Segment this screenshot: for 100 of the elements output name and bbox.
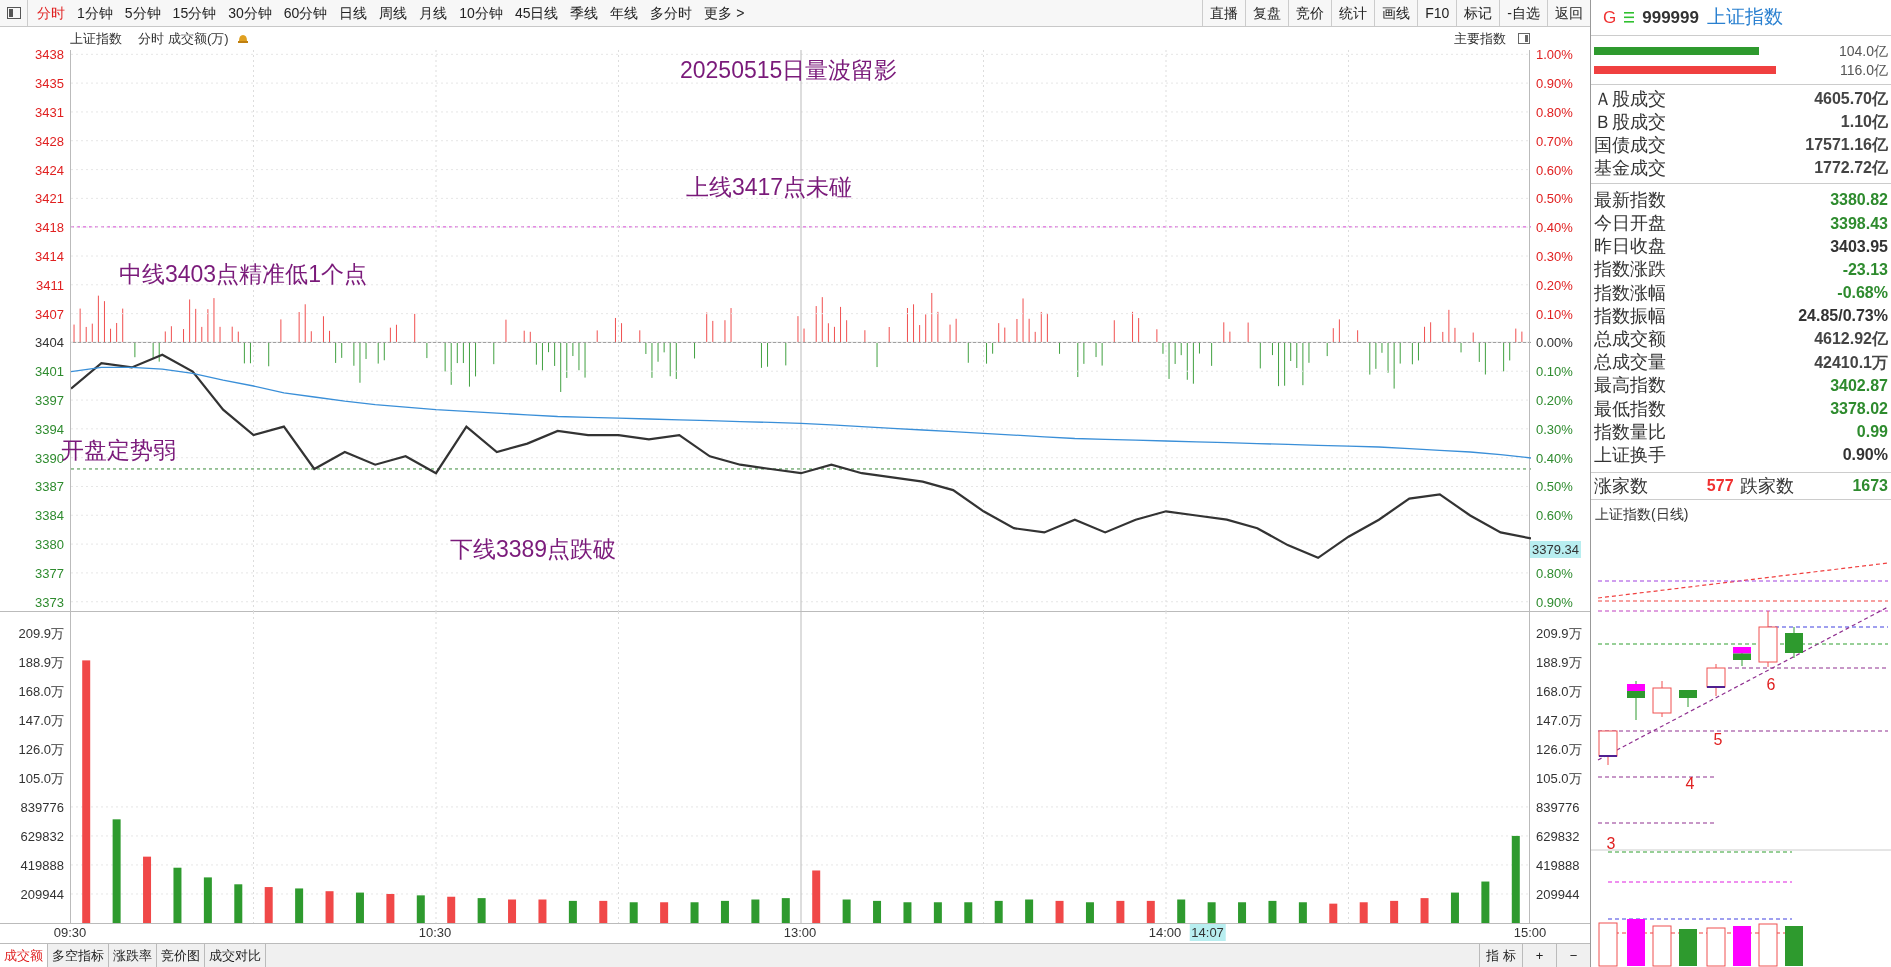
- wave-number-label: 6: [1766, 676, 1776, 693]
- axis-label: 105.0万: [1536, 771, 1582, 785]
- axis-label: 3373: [35, 595, 64, 609]
- stat-value: 3398.43: [1830, 213, 1888, 234]
- axis-label: 3418: [35, 220, 64, 234]
- axis-label: 0.00%: [1536, 335, 1573, 349]
- stat-value: 24.85/0.73%: [1798, 306, 1888, 327]
- axis-label: 126.0万: [1536, 742, 1582, 756]
- axis-label: 147.0万: [18, 713, 64, 727]
- axis-label: 168.0万: [18, 684, 64, 698]
- axis-label: 0.80%: [1536, 566, 1573, 580]
- stat-label: 指数涨幅: [1594, 281, 1666, 305]
- axis-label: 126.0万: [18, 742, 64, 756]
- axis-label: 0.20%: [1536, 278, 1573, 292]
- stat-value: 0.90%: [1842, 445, 1888, 466]
- axis-label: 3380: [35, 537, 64, 551]
- wave-number-label: 4: [1685, 775, 1695, 792]
- stat-value: 3403.95: [1830, 236, 1888, 257]
- axis-label: 0.50%: [1536, 479, 1573, 493]
- stat-label: 最低指数: [1594, 397, 1666, 421]
- axis-label: 0.20%: [1536, 393, 1573, 407]
- market-prefix: G: [1603, 7, 1617, 29]
- axis-label: 0.90%: [1536, 76, 1573, 90]
- stat-value: 4612.92亿: [1814, 329, 1888, 350]
- time-label: 15:00: [1513, 926, 1547, 939]
- axis-label: 3421: [35, 191, 64, 205]
- axis-label: 0.10%: [1536, 364, 1573, 378]
- axis-label: 188.9万: [18, 655, 64, 669]
- axis-label: 0.10%: [1536, 307, 1573, 321]
- axis-label: 419888: [20, 858, 64, 872]
- stat-label: 国债成交: [1594, 133, 1666, 157]
- axis-label: 3401: [35, 364, 64, 378]
- axis-label: 629832: [1536, 829, 1580, 843]
- axis-label: 3384: [35, 508, 64, 522]
- annotation-text: 上线3417点未碰: [686, 174, 853, 200]
- axis-label: 3431: [35, 105, 64, 119]
- axis-label: 0.30%: [1536, 249, 1573, 263]
- axis-label: 3428: [35, 134, 64, 148]
- price-tag: 3379.34: [1530, 541, 1581, 558]
- axis-label: 3435: [35, 76, 64, 90]
- stat-label: 指数涨跌: [1594, 258, 1666, 282]
- axis-label: 209944: [20, 887, 64, 901]
- annotation-text: 下线3389点跌破: [450, 536, 617, 562]
- axis-label: 3404: [35, 335, 64, 349]
- axis-label: 0.70%: [1536, 134, 1573, 148]
- time-tag: 14:07: [1189, 924, 1226, 941]
- axis-label: 147.0万: [1536, 713, 1582, 727]
- time-label: 09:30: [53, 926, 87, 939]
- index-name: 上证指数: [1706, 5, 1783, 30]
- stat-value: 1.10亿: [1840, 112, 1888, 133]
- stat-value: 3380.82: [1830, 190, 1888, 211]
- axis-label: 3394: [35, 422, 64, 436]
- axis-label: 168.0万: [1536, 684, 1582, 698]
- annotation-text: 20250515日量波留影: [680, 57, 898, 83]
- axis-label: 209.9万: [18, 626, 64, 640]
- stat-value: -0.68%: [1837, 283, 1888, 304]
- wave-number-label: 3: [1606, 835, 1616, 852]
- indicator-label: 成交额(万): [168, 29, 229, 48]
- stat-label: 指数振幅: [1594, 304, 1666, 328]
- wave-number-label: 5: [1713, 731, 1723, 748]
- annotation-text: 中线3403点精准低1个点: [119, 261, 367, 287]
- stat-label: 最高指数: [1594, 374, 1666, 398]
- axis-label: 0.50%: [1536, 191, 1573, 205]
- axis-label: 419888: [1536, 858, 1580, 872]
- stat-value: 3378.02: [1830, 399, 1888, 420]
- stat-value: -23.13: [1842, 259, 1888, 280]
- axis-label: 839776: [20, 800, 64, 814]
- chart-mode: 分时: [138, 29, 164, 48]
- axis-label: 0.80%: [1536, 105, 1573, 119]
- stat-value: 1772.72亿: [1814, 158, 1888, 179]
- time-label: 14:00: [1148, 926, 1182, 939]
- axis-label: 0.30%: [1536, 422, 1573, 436]
- axis-label: 3438: [35, 47, 64, 61]
- time-label: 13:00: [783, 926, 817, 939]
- axis-label: 3397: [35, 393, 64, 407]
- advancers-count: 577: [1706, 476, 1734, 496]
- axis-label: 209944: [1536, 887, 1580, 901]
- stat-value: 42410.1万: [1814, 352, 1888, 373]
- stat-value: 17571.16亿: [1805, 135, 1888, 156]
- stat-label: 总成交量: [1594, 351, 1666, 375]
- stat-value: 4605.70亿: [1814, 89, 1888, 110]
- axis-label: 3387: [35, 479, 64, 493]
- axis-label: 629832: [20, 829, 64, 843]
- stat-label: 总成交额: [1594, 327, 1666, 351]
- axis-label: 209.9万: [1536, 626, 1582, 640]
- stat-value: 3402.87: [1830, 375, 1888, 396]
- axis-label: 3390: [35, 451, 64, 465]
- stat-label: 昨日收盘: [1594, 235, 1666, 259]
- daily-chart-title: 上证指数(日线): [1594, 505, 1690, 524]
- decliners-label: 跌家数: [1739, 474, 1794, 498]
- decliners-count: 1673: [1852, 476, 1888, 496]
- chart-title: 上证指数: [70, 29, 122, 48]
- stat-value: 0.99: [1856, 422, 1888, 443]
- axis-label: 3424: [35, 163, 64, 177]
- flow-amount: 116.0亿: [1840, 60, 1888, 79]
- stat-label: 指数量比: [1594, 420, 1666, 444]
- stat-label: Ａ股成交: [1594, 87, 1666, 111]
- stat-label: 今日开盘: [1594, 212, 1666, 236]
- axis-label: 3411: [36, 278, 64, 292]
- axis-label: 0.40%: [1536, 220, 1573, 234]
